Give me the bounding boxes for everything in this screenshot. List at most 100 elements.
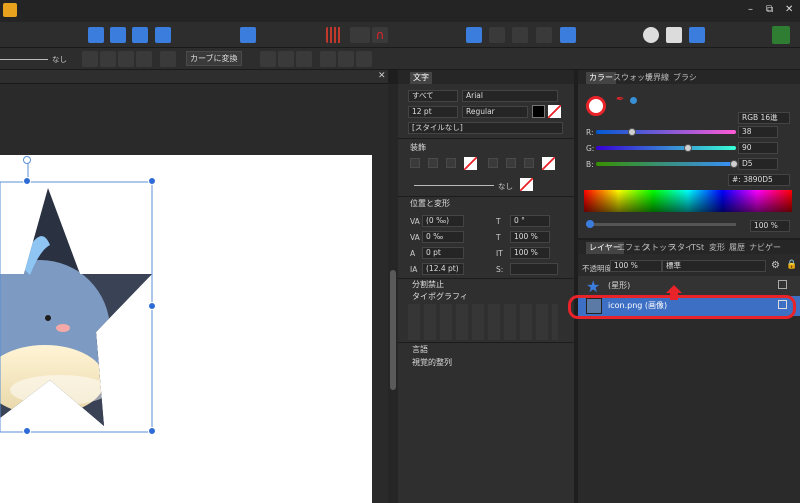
- rotate-handle[interactable]: [23, 156, 31, 164]
- opacity-slider[interactable]: [586, 223, 736, 226]
- shear-select[interactable]: [510, 263, 558, 275]
- layer-visibility-checkbox[interactable]: [778, 280, 787, 289]
- font-size-field[interactable]: 12 pt: [408, 106, 458, 118]
- lock-icon[interactable]: 🔒: [786, 260, 797, 270]
- align-middle-icon[interactable]: [338, 51, 354, 67]
- minimize-icon[interactable]: –: [748, 4, 753, 15]
- g-value[interactable]: 90: [738, 142, 778, 154]
- fill-stroke-icon[interactable]: [586, 96, 606, 116]
- rotate-right-icon[interactable]: [155, 27, 171, 43]
- arrange-back-icon[interactable]: [666, 27, 682, 43]
- baseline-line-button[interactable]: [524, 158, 534, 168]
- close-document-icon[interactable]: ✕: [378, 71, 386, 81]
- resize-handle-bottom-right[interactable]: [148, 427, 156, 435]
- horizontal-scale-field[interactable]: 100 %: [510, 247, 550, 259]
- strike-button[interactable]: [446, 158, 456, 168]
- layer-opacity-field[interactable]: 100 %: [610, 260, 662, 272]
- color-mode-select[interactable]: RGB 16進: [738, 112, 790, 124]
- color-opacity-field[interactable]: 100 %: [750, 220, 790, 232]
- crop-icon[interactable]: [160, 51, 176, 67]
- decoration-color-swatch[interactable]: [464, 157, 477, 170]
- typography-section[interactable]: タイポグラフィ: [412, 291, 468, 302]
- boolean-intersect-icon[interactable]: [512, 27, 528, 43]
- tab-tst[interactable]: TSt: [688, 242, 707, 254]
- strikethrough-button[interactable]: [506, 158, 516, 168]
- show-bbox-icon[interactable]: [100, 51, 116, 67]
- text-stroke-swatch[interactable]: [548, 105, 561, 118]
- text-fill-swatch[interactable]: [532, 105, 545, 118]
- persona-user-icon[interactable]: [772, 26, 790, 44]
- document-tab[interactable]: ✕: [0, 70, 388, 84]
- align-bottom-icon[interactable]: [356, 51, 372, 67]
- resize-handle-top-right[interactable]: [148, 177, 156, 185]
- boolean-divide-icon[interactable]: [560, 27, 576, 43]
- tab-history[interactable]: 履歴: [726, 242, 748, 254]
- b-slider[interactable]: [596, 162, 736, 166]
- skew-field[interactable]: 0 °: [510, 215, 550, 227]
- no-break-section[interactable]: 分割禁止: [412, 279, 444, 290]
- spectrum-picker[interactable]: [584, 190, 792, 212]
- scroll-thumb[interactable]: [390, 270, 396, 390]
- transform-mode-icon[interactable]: [118, 51, 134, 67]
- overline-button[interactable]: [488, 158, 498, 168]
- curve-convert-button[interactable]: カーブに変換: [186, 51, 242, 66]
- boolean-xor-icon[interactable]: [536, 27, 552, 43]
- r-slider[interactable]: [596, 130, 736, 134]
- underline-button[interactable]: [410, 158, 420, 168]
- b-slider-knob[interactable]: [730, 160, 738, 168]
- flip-vertical-icon[interactable]: [110, 27, 126, 43]
- r-slider-knob[interactable]: [628, 128, 636, 136]
- settings-gear-icon[interactable]: ⚙: [771, 260, 780, 271]
- resize-handle-top[interactable]: [23, 177, 31, 185]
- flip-horizontal-icon[interactable]: [88, 27, 104, 43]
- tab-navigator[interactable]: ナビゲー: [746, 242, 784, 254]
- transform-origin-icon[interactable]: [82, 51, 98, 67]
- font-weight-select[interactable]: Regular: [462, 106, 528, 118]
- align-center-icon[interactable]: [278, 51, 294, 67]
- boolean-subtract-icon[interactable]: [489, 27, 505, 43]
- eyedropper-icon[interactable]: ✒: [616, 94, 624, 105]
- position-transform-section[interactable]: 位置と変形: [410, 198, 450, 209]
- r-value[interactable]: 38: [738, 126, 778, 138]
- insert-inside-icon[interactable]: [689, 27, 705, 43]
- opacity-knob[interactable]: [586, 220, 594, 228]
- snapping-magnet-icon[interactable]: ∩: [372, 27, 388, 43]
- snapping-options-icon[interactable]: [350, 27, 370, 43]
- star-artwork[interactable]: [0, 150, 380, 450]
- g-slider[interactable]: [596, 146, 736, 150]
- blend-mode-select[interactable]: 標準: [662, 260, 766, 272]
- tab-character[interactable]: 文字: [410, 72, 432, 84]
- paragraph-style-select[interactable]: [スタイルなし]: [408, 122, 563, 134]
- layer-row-star[interactable]: ★ (星形): [578, 276, 800, 296]
- vertical-scrollbar[interactable]: [388, 84, 398, 503]
- hex-field[interactable]: #: 3890D5: [728, 174, 790, 186]
- current-color-dot[interactable]: [630, 97, 637, 104]
- font-select[interactable]: Arial: [462, 90, 558, 102]
- vertical-scale-field[interactable]: 100 %: [510, 231, 550, 243]
- tab-transform[interactable]: 変形: [706, 242, 728, 254]
- selection-icon[interactable]: [136, 51, 152, 67]
- g-slider-knob[interactable]: [684, 144, 692, 152]
- app-logo-icon[interactable]: [3, 3, 17, 17]
- decoration-color-swatch-2[interactable]: [542, 157, 555, 170]
- close-icon[interactable]: ✕: [785, 4, 793, 15]
- language-section[interactable]: 言語: [412, 344, 428, 355]
- align-icon[interactable]: [240, 27, 256, 43]
- scope-select[interactable]: すべて: [408, 90, 458, 102]
- align-left-icon[interactable]: [260, 51, 276, 67]
- arrange-front-icon[interactable]: [643, 27, 659, 43]
- align-right-icon[interactable]: [296, 51, 312, 67]
- align-top-icon[interactable]: [320, 51, 336, 67]
- restore-icon[interactable]: ⧉: [766, 4, 773, 15]
- grid-icon[interactable]: [326, 27, 342, 43]
- stroke-preview[interactable]: [0, 59, 48, 60]
- boolean-add-icon[interactable]: [466, 27, 482, 43]
- decoration-section[interactable]: 装飾: [410, 142, 426, 153]
- double-underline-button[interactable]: [428, 158, 438, 168]
- tab-brushes[interactable]: ブラシ: [670, 72, 700, 84]
- tab-stroke[interactable]: 境界線: [642, 72, 672, 84]
- baseline-field[interactable]: 0 pt: [422, 247, 464, 259]
- resize-handle-right[interactable]: [148, 302, 156, 310]
- tracking-field[interactable]: 0 ‰: [422, 231, 464, 243]
- b-value[interactable]: D5: [738, 158, 778, 170]
